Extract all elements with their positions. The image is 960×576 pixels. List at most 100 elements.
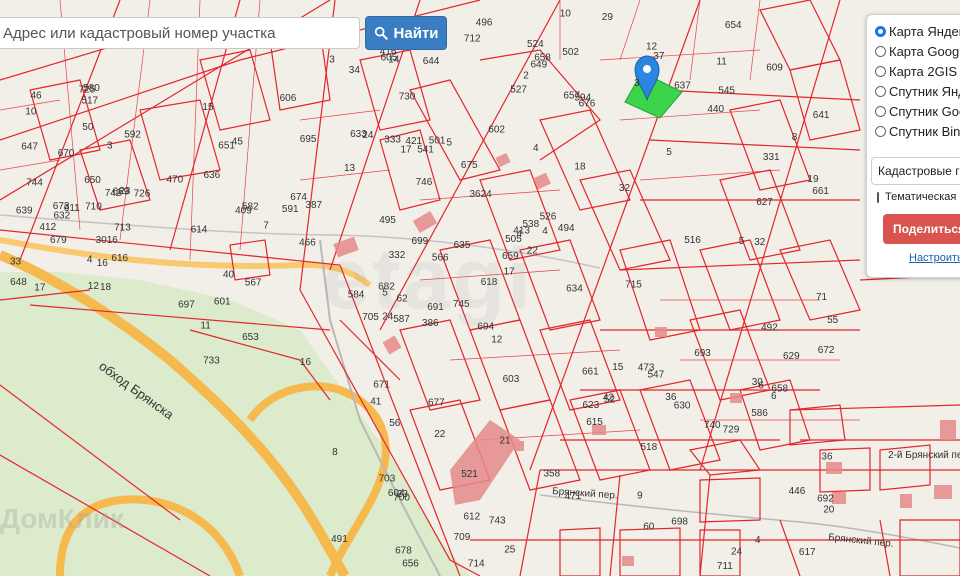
layer-option-bing-satellite[interactable]: Спутник Bing xyxy=(867,121,960,141)
parcel-number: 692 xyxy=(817,494,834,505)
parcel-number: 11 xyxy=(716,57,727,68)
parcel-number: 606 xyxy=(280,93,297,104)
layer-option-google-satellite[interactable]: Спутник Google xyxy=(867,101,960,121)
parcel-number: 23 xyxy=(397,489,409,500)
layer-option-label: Спутник Bing xyxy=(889,123,960,139)
parcel-number: 518 xyxy=(641,442,658,453)
parcel-number: 591 xyxy=(282,204,299,215)
parcel-number: 699 xyxy=(412,236,429,247)
parcel-number: 682 xyxy=(378,282,395,293)
radio-icon[interactable] xyxy=(875,65,886,77)
parcel-number: 60 xyxy=(643,522,655,533)
parcel-number: 712 xyxy=(464,34,481,45)
layer-option-label: Спутник Яндекс xyxy=(889,83,960,99)
parcel-number: 729 xyxy=(723,425,740,436)
parcel-number: 592 xyxy=(124,129,141,140)
parcel-number: 18 xyxy=(574,161,586,172)
parcel-number: 715 xyxy=(625,280,642,291)
parcel-number: 12 xyxy=(88,281,100,292)
parcel-number: 673 xyxy=(53,201,70,212)
parcel-number: 440 xyxy=(707,104,724,115)
checkbox-icon[interactable] xyxy=(877,191,879,203)
parcel-number: 24 xyxy=(731,546,743,557)
radio-icon[interactable] xyxy=(875,85,886,97)
parcel-number: 634 xyxy=(566,283,583,294)
parcel-number: 466 xyxy=(299,238,316,249)
parcel-number: 15 xyxy=(612,362,624,373)
parcel-number: 675 xyxy=(461,160,478,171)
search-box[interactable] xyxy=(0,17,360,49)
parcel-number: 2 xyxy=(523,71,529,82)
parcel-number: 17 xyxy=(401,145,413,156)
parcel-number: 648 xyxy=(10,277,27,288)
parcel-number: 3624 xyxy=(470,189,493,200)
radio-icon[interactable] xyxy=(875,105,886,117)
parcel-number: 470 xyxy=(167,174,184,185)
parcel-number: 641 xyxy=(813,110,830,121)
layer-option-google-map[interactable]: Карта Google xyxy=(867,41,960,61)
parcel-number: 661 xyxy=(812,186,829,197)
layer-option-label: Спутник Google xyxy=(889,103,960,119)
parcel-number: 602 xyxy=(488,125,505,136)
parcel-number: 20 xyxy=(823,504,835,515)
parcel-number: 36 xyxy=(665,392,677,403)
share-button[interactable]: Поделиться xyxy=(883,214,960,244)
parcel-number: 517 xyxy=(81,95,98,106)
parcel-number: 586 xyxy=(751,408,768,419)
parcel-number: 541 xyxy=(417,144,434,155)
parcel-number: 679 xyxy=(50,235,67,246)
parcel-number: 538 xyxy=(523,219,540,230)
parcel-number: 3 xyxy=(634,78,640,89)
cadastral-map[interactable]: 3863550550250159461861761664170518333362… xyxy=(0,0,960,576)
parcel-number: 358 xyxy=(544,469,561,480)
settings-link[interactable]: Настроить xyxy=(909,252,960,264)
radio-icon[interactable] xyxy=(875,125,886,137)
parcel-number: 16 xyxy=(300,357,312,368)
search-input[interactable] xyxy=(0,18,359,48)
find-button[interactable]: Найти xyxy=(365,16,447,50)
radio-selected-icon[interactable] xyxy=(875,25,886,37)
street-label-1: 2-й Брянский пер. xyxy=(888,450,960,461)
parcel-number: 8 xyxy=(792,132,798,143)
parcel-number: 526 xyxy=(540,212,557,223)
thematic-label: Тематическая карта xyxy=(885,191,960,203)
layer-option-yandex-map[interactable]: Карта Яндекс xyxy=(867,21,960,41)
parcel-number: 635 xyxy=(454,240,471,251)
parcel-number: 37 xyxy=(653,51,665,62)
parcel-number: 740 xyxy=(704,420,721,431)
parcel-number: 644 xyxy=(423,56,440,67)
parcel-number: 672 xyxy=(818,345,835,356)
parcel-number: 649 xyxy=(531,60,548,71)
parcel-number: 521 xyxy=(461,469,478,480)
parcel-number: 567 xyxy=(245,278,262,289)
parcel-number: 386 xyxy=(422,318,439,329)
parcel-number: 623 xyxy=(583,400,600,411)
layer-option-label: Карта Яндекс xyxy=(889,23,960,39)
parcel-number: 17 xyxy=(34,282,46,293)
thematic-toggle[interactable]: Тематическая карта xyxy=(877,191,960,203)
find-button-label: Найти xyxy=(393,24,439,42)
layer-option-2gis-map[interactable]: Карта 2GIS xyxy=(867,61,960,81)
cadastral-select[interactable]: Кадастровые границы xyxy=(871,157,960,185)
parcel-number: 24 xyxy=(362,130,374,141)
parcel-number: 694 xyxy=(477,322,494,333)
parcel-number: 446 xyxy=(789,486,806,497)
parcel-number: 629 xyxy=(783,351,800,362)
parcel-number: 676 xyxy=(579,98,596,109)
parcel-number: 4 xyxy=(87,255,93,266)
parcel-number: 62 xyxy=(397,293,409,304)
parcel-number: 725 xyxy=(79,85,96,96)
parcel-number: 698 xyxy=(671,516,688,527)
radio-icon[interactable] xyxy=(875,45,886,57)
parcel-number: 670 xyxy=(58,148,75,159)
parcel-number: 17 xyxy=(504,267,516,278)
parcel-number: 677 xyxy=(428,398,445,409)
parcel-number: 726 xyxy=(134,188,151,199)
parcel-number: 730 xyxy=(399,92,416,103)
parcel-number: 333 xyxy=(384,134,401,145)
layer-option-yandex-satellite[interactable]: Спутник Яндекс xyxy=(867,81,960,101)
parcel-number: 745 xyxy=(453,299,470,310)
parcel-number: 42 xyxy=(603,392,615,403)
parcel-number: 412 xyxy=(40,222,57,233)
parcel-number: 744 xyxy=(26,178,43,189)
